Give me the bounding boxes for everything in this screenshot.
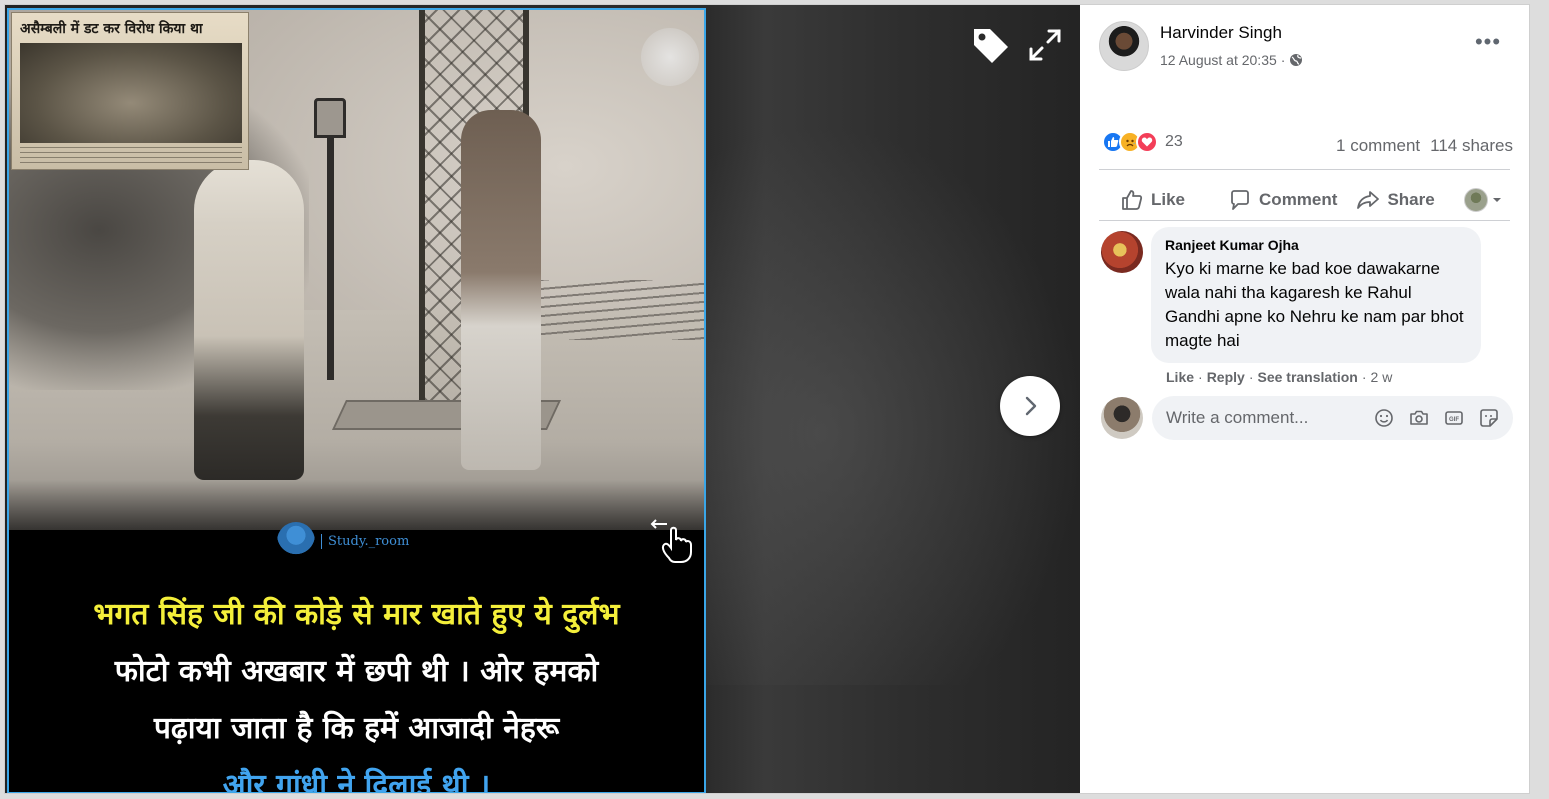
scene-rails <box>529 280 704 340</box>
swipe-hand-icon <box>650 519 692 563</box>
comment-input[interactable] <box>1166 408 1366 428</box>
newspaper-clipping: असैम्बली में डट कर विरोध किया था <box>11 12 249 170</box>
next-photo-button[interactable] <box>1000 376 1060 436</box>
divider-top <box>1099 169 1510 170</box>
watermark-text: Study._room <box>321 533 409 549</box>
engagement-counts: 1 comment 114 shares <box>1336 136 1513 156</box>
comment-reply-link[interactable]: Reply <box>1207 369 1245 385</box>
action-bar: Like Comment Share <box>1099 175 1510 225</box>
clipping-headline: असैम्बली में डट कर विरोध किया था <box>20 21 203 37</box>
comment-text: Kyo ki marne ke bad koe dawakarne wala n… <box>1165 259 1464 350</box>
post-photo[interactable]: असैम्बली में डट कर विरोध किया था Study._… <box>7 8 706 794</box>
gif-icon[interactable]: GIF <box>1442 406 1466 430</box>
see-translation-link[interactable]: See translation <box>1257 369 1357 385</box>
scene-figure-bound <box>461 110 541 470</box>
commenter-avatar[interactable] <box>1101 231 1143 273</box>
profile-avatar-small <box>1464 188 1488 212</box>
post-meta: 12 August at 20:35 · <box>1160 52 1303 68</box>
caret-down-icon <box>1493 198 1501 202</box>
comment-dot-1: · <box>1198 369 1203 385</box>
globe-icon[interactable] <box>1289 53 1303 67</box>
comment-composer[interactable]: GIF <box>1152 396 1513 440</box>
reaction-count: 23 <box>1165 133 1183 150</box>
post-date[interactable]: 12 August at 20:35 <box>1160 52 1277 68</box>
author-name[interactable]: Harvinder Singh <box>1160 23 1282 43</box>
historic-photograph: असैम्बली में डट कर विरोध किया था <box>9 10 704 530</box>
comments-count-link[interactable]: 1 comment <box>1336 136 1420 156</box>
comment-button[interactable]: Comment <box>1221 182 1345 218</box>
caption-line-3: पढ़ाया जाता है कि हमें आजादी नेहरू <box>153 711 560 746</box>
share-icon <box>1357 191 1380 209</box>
thumbs-up-icon <box>1122 190 1143 210</box>
post-details-panel: Harvinder Singh 12 August at 20:35 · •••… <box>1080 5 1529 793</box>
photo-viewer: असैम्बली में डट कर विरोध किया था Study._… <box>5 5 1080 794</box>
svg-text:GIF: GIF <box>1449 417 1459 423</box>
caption-line-4: और गांधी ने दिलाई थी । <box>222 768 491 794</box>
divider-bottom <box>1099 220 1510 221</box>
sticker-icon[interactable] <box>1477 406 1501 430</box>
more-options-button[interactable]: ••• <box>1473 31 1503 57</box>
comment-dot-2: · <box>1248 369 1254 385</box>
comment-bubble: Ranjeet Kumar Ojha Kyo ki marne ke bad k… <box>1151 227 1481 363</box>
study-room-logo-icon <box>277 522 315 560</box>
comment-time[interactable]: 2 w <box>1371 369 1393 385</box>
comment-label: Comment <box>1259 190 1338 209</box>
scene-lamp <box>314 98 346 138</box>
camera-icon[interactable] <box>1407 406 1431 430</box>
comment-dot-3: · <box>1361 369 1367 385</box>
love-reaction-icon <box>1136 131 1158 153</box>
meta-separator: · <box>1280 52 1286 68</box>
scene-lamp-post <box>327 100 334 380</box>
like-button[interactable]: Like <box>1113 182 1193 218</box>
scene-figure-officer <box>194 160 304 480</box>
clipping-text-lines <box>20 147 242 167</box>
composer-icons: GIF <box>1372 406 1501 430</box>
reaction-profile-selector[interactable] <box>1464 188 1502 212</box>
like-label: Like <box>1151 190 1186 209</box>
comment-icon <box>1231 190 1249 210</box>
share-label: Share <box>1387 190 1435 209</box>
comment-actions: Like · Reply · See translation · 2 w <box>1166 369 1392 385</box>
author-avatar[interactable] <box>1099 21 1149 71</box>
chevron-right-icon <box>1025 396 1037 416</box>
comment-author[interactable]: Ranjeet Kumar Ojha <box>1165 237 1469 253</box>
current-user-avatar <box>1101 397 1143 439</box>
photo-caption: भगत सिंह जी की कोड़े से मार खाते हुए ये … <box>9 586 704 794</box>
tag-icon[interactable] <box>968 23 1012 67</box>
shares-count-link[interactable]: 114 shares <box>1430 136 1513 156</box>
share-button[interactable]: Share <box>1349 182 1442 218</box>
watermark: Study._room <box>277 522 409 560</box>
reactions-summary[interactable]: 23 <box>1102 131 1183 153</box>
caption-line-1: भगत सिंह जी की कोड़े से मार खाते हुए ये … <box>93 597 620 632</box>
clipping-image <box>20 43 242 143</box>
caption-line-2: फोटो कभी अखबार में छपी थी । ओर हमको <box>114 654 599 689</box>
comment-like-link[interactable]: Like <box>1166 369 1194 385</box>
emoji-icon[interactable] <box>1372 406 1396 430</box>
fullscreen-icon[interactable] <box>1023 23 1067 67</box>
blurred-logo <box>641 28 699 86</box>
post-window: असैम्बली में डट कर विरोध किया था Study._… <box>4 4 1530 794</box>
